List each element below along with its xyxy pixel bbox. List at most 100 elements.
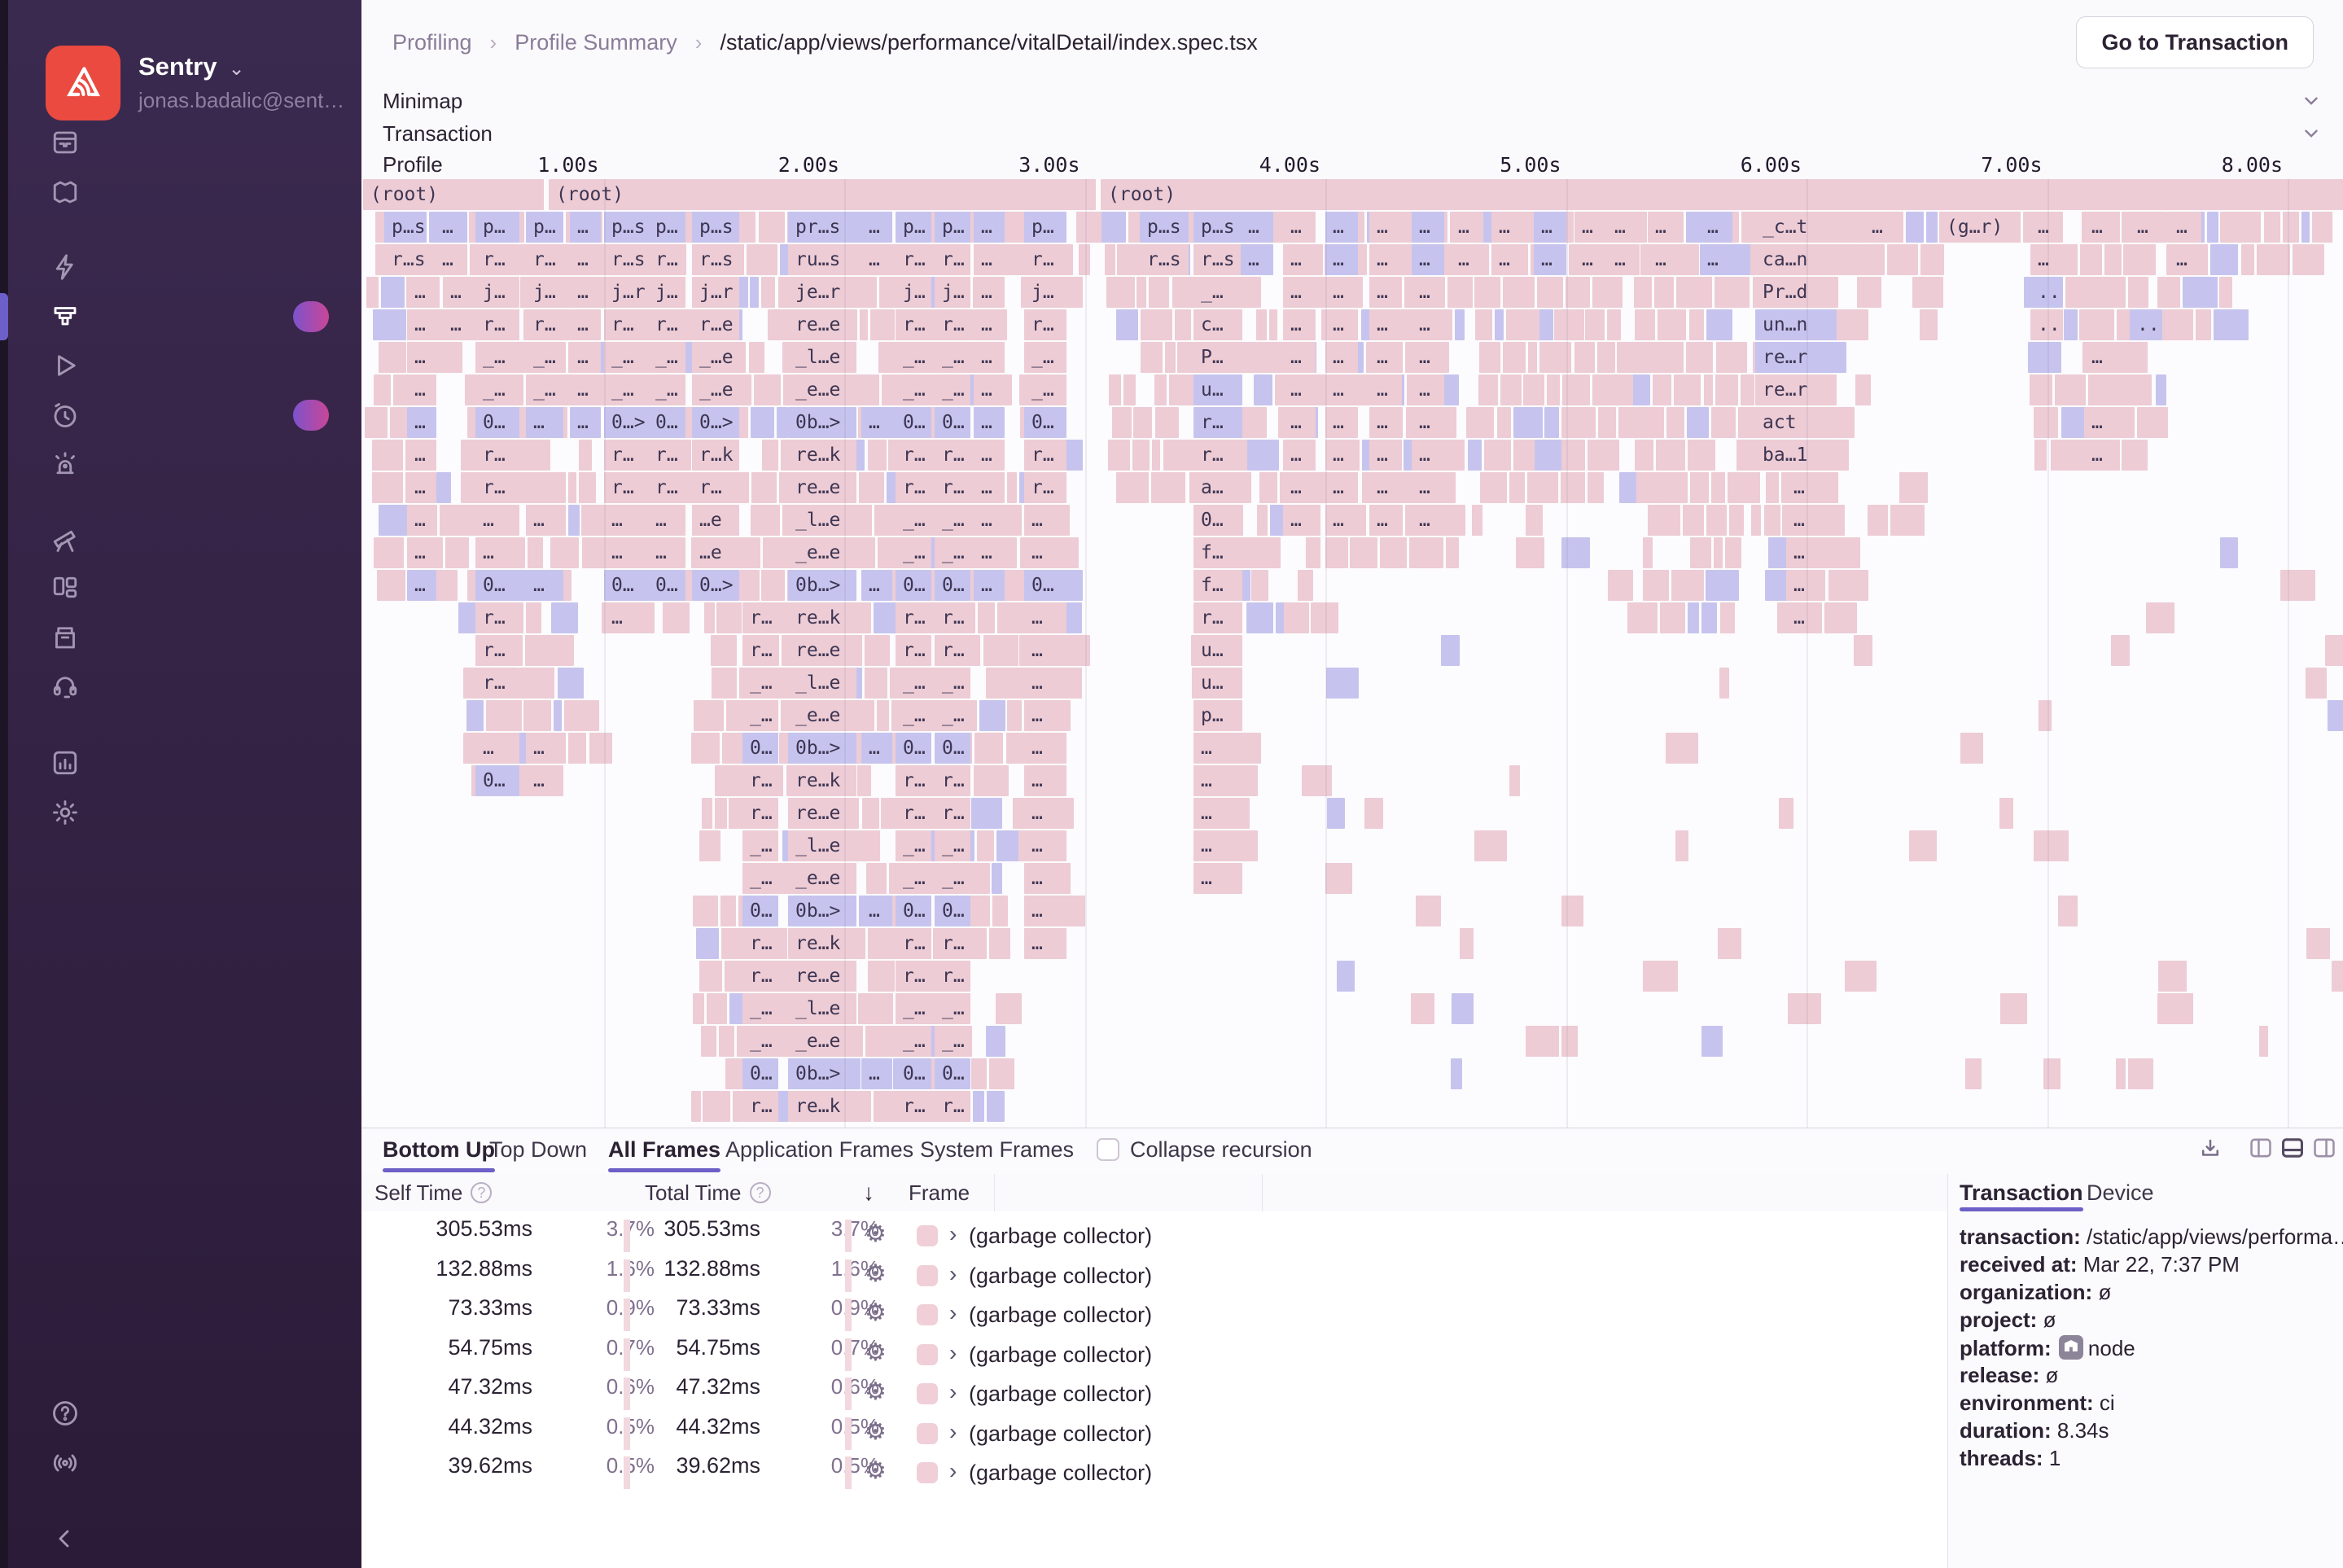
flame-cell[interactable] [1151,472,1185,503]
go-to-transaction-button[interactable]: Go to Transaction [2076,16,2314,68]
flame-cell[interactable] [1899,472,1928,503]
flame-frame[interactable]: … [1283,374,1316,405]
flame-cell[interactable] [747,244,777,275]
flame-frame[interactable]: … [570,277,601,308]
flame-cell[interactable] [1643,961,1678,992]
flame-frame[interactable]: 0… [935,733,970,764]
flame-frame[interactable]: r… [742,928,778,959]
flame-frame[interactable]: … [1648,244,1680,275]
chevron-down-icon[interactable] [2301,90,2322,112]
flame-cell[interactable] [1513,407,1543,438]
table-row[interactable]: 44.32ms0.5%44.32ms0.5%⚙›(garbage collect… [361,1414,1947,1453]
flame-frame[interactable]: r… [896,765,931,796]
flame-cell[interactable] [2079,309,2114,340]
flame-frame[interactable]: _… [935,537,970,568]
flame-frame[interactable]: ba…1 [1755,440,1837,471]
flame-frame[interactable]: 0… [648,407,685,438]
minimap-row[interactable]: Minimap [361,85,2343,118]
flame-frame[interactable]: _… [935,700,970,731]
flame-cell[interactable] [2183,277,2218,308]
flame-frame[interactable]: …e [692,537,739,568]
flame-cell[interactable] [1715,374,1738,405]
flame-frame[interactable]: _… [648,374,685,405]
flame-frame[interactable]: … [1574,244,1607,275]
flame-cell[interactable] [374,537,404,568]
flame-frame[interactable]: 0… [935,1058,970,1089]
flame-cell[interactable] [2080,244,2102,275]
flame-cell[interactable] [1152,440,1160,471]
flame-cell[interactable] [1132,440,1150,471]
flame-frame[interactable]: _… [742,863,778,894]
flame-cell[interactable] [974,765,1009,796]
flame-cell[interactable] [1674,374,1701,405]
flame-frame[interactable]: … [1369,309,1402,340]
flame-cell[interactable] [1687,407,1709,438]
flame-frame[interactable]: un…n [1755,309,1837,340]
flame-frame[interactable]: r… [1024,472,1066,503]
dock-right-icon[interactable] [2311,1137,2337,1159]
flame-frame[interactable]: .. [2130,309,2162,340]
flame-frame[interactable]: … [1325,309,1358,340]
flame-cell[interactable] [379,505,409,536]
flame-cell[interactable] [862,798,879,829]
flame-frame[interactable]: _… [896,668,931,699]
flame-frame[interactable]: r… [1193,440,1242,471]
flame-frame[interactable]: … [974,570,1005,601]
flame-cell[interactable] [1446,537,1459,568]
flame-cell[interactable] [720,896,736,926]
flame-cell[interactable] [1259,472,1277,503]
flame-cell[interactable] [860,309,868,340]
flame-frame[interactable]: 0… [896,570,931,601]
flame-cell[interactable] [2328,700,2343,731]
flame-cell[interactable] [866,863,887,894]
flame-frame[interactable]: … [974,309,1005,340]
flame-cell[interactable] [1718,928,1741,959]
flame-frame[interactable]: … [1369,212,1402,243]
flame-frame[interactable]: … [1412,309,1444,340]
flame-cell[interactable] [973,1091,984,1122]
flame-frame[interactable]: … [435,244,467,275]
flame-cell[interactable] [870,309,895,340]
flame-frame[interactable]: _… [896,374,931,405]
flame-frame[interactable]: … [2169,244,2201,275]
flame-cell[interactable] [1455,309,1465,340]
flame-cell[interactable] [1495,309,1504,340]
flame-cell[interactable] [1249,407,1267,438]
flame-cell[interactable] [1850,244,1885,275]
flame-cell[interactable] [1105,244,1115,275]
flame-frame[interactable]: _e…e [788,1026,856,1057]
flame-frame[interactable]: j… [896,277,931,308]
flame-frame[interactable]: p…s [1193,212,1242,243]
flame-frame[interactable]: … [443,277,472,308]
flame-frame[interactable]: … [1786,602,1822,633]
flame-cell[interactable] [2128,1058,2153,1089]
flame-frame[interactable]: … [1369,440,1402,471]
gear-icon[interactable]: ⚙ [865,1338,887,1367]
flame-cell[interactable] [1658,309,1686,340]
flame-cell[interactable] [1629,342,1646,373]
flame-frame[interactable]: … [407,505,436,536]
flame-frame[interactable]: … [1491,244,1524,275]
flame-frame[interactable]: 0… [1024,407,1066,438]
flame-cell[interactable] [2332,961,2343,992]
flame-cell[interactable] [703,1091,730,1122]
flame-cell[interactable] [751,407,774,438]
flame-frame[interactable]: r…s [692,244,739,275]
flame-cell[interactable] [1516,537,1544,568]
flame-frame[interactable]: _… [935,1026,970,1057]
flame-frame[interactable]: … [1024,765,1066,796]
flame-cell[interactable] [486,700,522,731]
details-tab-transaction[interactable]: Transaction [1960,1174,2083,1211]
flame-cell[interactable] [1478,374,1498,405]
flame-frame[interactable]: … [570,309,601,340]
flame-cell[interactable] [979,700,1005,731]
flame-frame[interactable]: … [1024,635,1066,666]
flame-cell[interactable] [2064,309,2078,340]
table-row[interactable]: 54.75ms0.7%54.75ms0.7%⚙›(garbage collect… [361,1335,1947,1374]
flame-frame[interactable]: p…s [1140,212,1189,243]
frame-name[interactable]: (garbage collector) [969,1303,1152,1328]
flame-frame[interactable]: r… [1024,309,1066,340]
flame-cell[interactable] [1688,602,1699,633]
flame-cell[interactable] [739,570,760,601]
flame-frame[interactable]: … [407,407,436,438]
